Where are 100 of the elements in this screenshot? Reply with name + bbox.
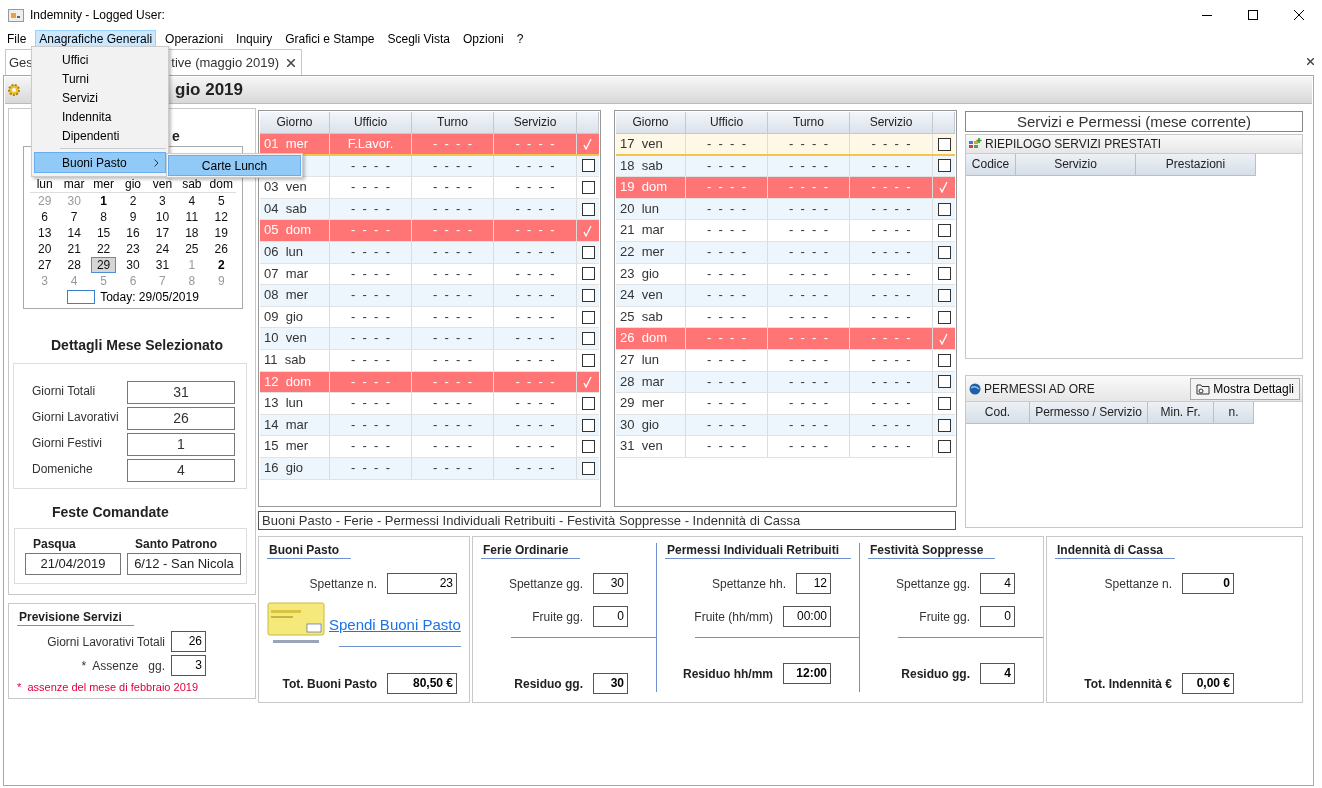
table-cell: - - - - [768, 155, 850, 177]
table-cell: - - - - [686, 263, 768, 285]
table-cell: - - - - [850, 285, 933, 306]
table-cell: - - - - [494, 393, 577, 414]
table-cell: 26 dom [616, 328, 686, 349]
table-cell: - - - - [768, 436, 850, 457]
value-field: 1 [127, 433, 235, 456]
table-cell: - - - - [686, 436, 768, 457]
value-field: 21/04/2019 [25, 553, 121, 575]
table-cell: - - - - [686, 198, 768, 220]
table-cell: - - - - [330, 198, 412, 220]
field-label: Giorni Totali [32, 383, 97, 398]
table-cell: - - - - [330, 328, 412, 349]
table-cell: 29 mer [616, 393, 686, 414]
field-label: Giorni Lavorativi Totali [47, 634, 165, 649]
field-label: Spettanze gg. [508, 576, 583, 591]
table-cell: - - - - [850, 371, 933, 393]
field-label: * Assenze gg. [81, 658, 165, 673]
table-cell: - - - - [850, 241, 933, 263]
table-cell: - - - - [850, 349, 933, 371]
table-cell: - - - - [850, 393, 933, 414]
table-cell: - - - - [330, 177, 412, 198]
table-cell: 07 mar [260, 263, 330, 285]
table-cell: - - - - [494, 306, 577, 328]
window-title: Indemnity - Logged User: [30, 8, 166, 22]
table-cell: - - - - [494, 155, 577, 177]
table-cell: F.Lavor. [330, 134, 412, 154]
table-cell: - - - - [494, 177, 577, 198]
table-cell: - - - - [412, 177, 494, 198]
table-cell: - - - - [330, 241, 412, 263]
total-field: 30 [593, 673, 628, 694]
table-cell: - - - - [686, 306, 768, 328]
total-label: Residuo gg. [901, 666, 970, 681]
field-label: Fruite gg. [919, 609, 970, 624]
table-cell: - - - - [850, 177, 933, 198]
table-cell: - - - - [686, 177, 768, 198]
value-field: 4 [127, 459, 235, 482]
table-cell: - - - - [768, 328, 850, 349]
table-cell: 09 gio [260, 306, 330, 328]
value-field: 6/12 - San Nicola [127, 553, 241, 575]
table-cell: - - - - [850, 436, 933, 457]
table-cell: - - - - [768, 177, 850, 198]
column-header: Cod. [966, 402, 1030, 424]
table-cell: - - - - [686, 134, 768, 154]
section-title: Festività Soppresse [868, 543, 996, 559]
field-label: Spettanze n. [1104, 576, 1172, 591]
table-cell: - - - - [412, 414, 494, 436]
table-cell: 25 sab [616, 306, 686, 328]
column-header: Ufficio [330, 112, 412, 134]
table-cell: - - - - [494, 198, 577, 220]
table-cell: 11 sab [260, 349, 330, 371]
table-cell: - - - - [412, 436, 494, 457]
table-cell: - - - - [686, 155, 768, 177]
table-cell: - - - - [850, 306, 933, 328]
table-cell: - - - - [330, 436, 412, 457]
table-cell: 12 dom [260, 371, 330, 393]
table-cell: - - - - [768, 220, 850, 241]
table-cell: 16 gio [260, 457, 330, 479]
table-cell: - - - - [330, 285, 412, 306]
table-cell: - - - - [330, 393, 412, 414]
total-field: 80,50 € [387, 673, 457, 694]
table-cell: 14 mar [260, 414, 330, 436]
table-cell: - - - - [850, 155, 933, 177]
table-cell: - - - - [494, 349, 577, 371]
table-cell: - - - - [412, 393, 494, 414]
table-cell: - - - - [412, 328, 494, 349]
table-cell: - - - - [494, 263, 577, 285]
field-label: Pasqua [32, 537, 77, 551]
section-title: Buoni Pasto [267, 543, 351, 559]
table-cell: - - - - [494, 328, 577, 349]
table-cell: - - - - [412, 198, 494, 220]
table-cell: - - - - [686, 241, 768, 263]
total-field: 4 [980, 663, 1015, 684]
table-cell: - - - - [494, 457, 577, 479]
table-cell: - - - - [850, 263, 933, 285]
panel-title: PERMESSI AD ORE [984, 381, 1096, 396]
field-label: Spettanze n. [309, 576, 377, 591]
section-title: Feste Comandate [51, 504, 170, 520]
table-cell: 05 dom [260, 220, 330, 241]
footnote: * assenze del mese di febbraio 2019 [17, 681, 199, 693]
table-cell: - - - - [686, 414, 768, 436]
table-cell: 10 ven [260, 328, 330, 349]
table-cell: - - - - [686, 220, 768, 241]
table-cell: 28 mar [616, 371, 686, 393]
field-label: Spettanze gg. [895, 576, 970, 591]
table-cell: 30 gio [616, 414, 686, 436]
table-cell: - - - - [850, 414, 933, 436]
table-cell: 13 lun [260, 393, 330, 414]
table-cell: - - - - [850, 134, 933, 154]
column-header: Ufficio [686, 112, 768, 134]
total-label: Residuo gg. [514, 676, 583, 691]
section-title: Dettagli Mese Selezionato [50, 337, 224, 353]
total-label: Residuo hh/mm [683, 666, 774, 681]
value-field: 31 [127, 381, 235, 404]
section-title: e [172, 128, 180, 144]
total-field: 0,00 € [1182, 673, 1234, 694]
table-cell: - - - - [768, 349, 850, 371]
table-cell: - - - - [412, 241, 494, 263]
table-cell: - - - - [494, 285, 577, 306]
table-cell: - - - - [768, 134, 850, 154]
